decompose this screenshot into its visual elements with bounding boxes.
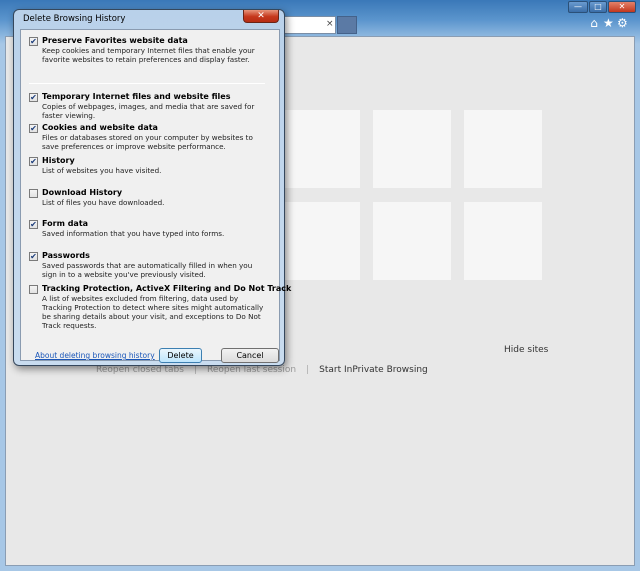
option-description: Copies of webpages, images, and media th… bbox=[42, 102, 255, 120]
home-icon[interactable]: ⌂ bbox=[589, 16, 603, 30]
dialog-close-button[interactable]: ✕ bbox=[243, 10, 279, 23]
about-deleting-history-link[interactable]: About deleting browsing history bbox=[35, 351, 155, 360]
option-title: Cookies and website data bbox=[42, 123, 158, 132]
checkbox[interactable]: ✔ bbox=[29, 252, 38, 261]
checkbox[interactable]: ✔ bbox=[29, 37, 38, 46]
option-title: Passwords bbox=[42, 251, 90, 260]
option-description: List of websites you have visited. bbox=[42, 166, 162, 175]
option-description: Saved information that you have typed in… bbox=[42, 229, 225, 238]
option-description: A list of websites excluded from filteri… bbox=[42, 294, 264, 330]
option-description: Files or databases stored on your comput… bbox=[42, 133, 253, 151]
option-title: History bbox=[42, 156, 75, 165]
command-icons: ⌂★⚙ bbox=[589, 16, 631, 30]
checkbox[interactable]: ✔ bbox=[29, 157, 38, 166]
favorites-star-icon[interactable]: ★ bbox=[603, 16, 617, 30]
tab-close-icon[interactable]: × bbox=[326, 19, 334, 29]
cancel-button[interactable]: Cancel bbox=[221, 348, 279, 363]
checkbox[interactable] bbox=[29, 285, 38, 294]
dialog-body: ✔ Preserve Favorites website data Keep c… bbox=[20, 29, 291, 363]
option-title: Preserve Favorites website data bbox=[42, 36, 188, 45]
delete-browsing-history-dialog: Delete Browsing History ✕ ✔ Preserve Fav… bbox=[13, 9, 291, 366]
maximize-button[interactable]: □ bbox=[589, 1, 607, 13]
site-tile[interactable] bbox=[464, 202, 542, 280]
link-separator: | bbox=[193, 365, 197, 375]
site-tile[interactable] bbox=[282, 202, 360, 280]
checkbox[interactable]: ✔ bbox=[29, 124, 38, 133]
site-tile[interactable] bbox=[373, 110, 451, 188]
start-inprivate-link[interactable]: Start InPrivate Browsing bbox=[319, 365, 428, 375]
site-tile[interactable] bbox=[464, 110, 542, 188]
option-title: Tracking Protection, ActiveX Filtering a… bbox=[42, 284, 292, 293]
site-tile[interactable] bbox=[373, 202, 451, 280]
reopen-last-session-link[interactable]: Reopen last session bbox=[207, 365, 296, 375]
delete-button[interactable]: Delete bbox=[159, 348, 202, 363]
window-close-button[interactable]: ✕ bbox=[608, 1, 636, 13]
checkbox[interactable]: ✔ bbox=[29, 93, 38, 102]
option-title: Form data bbox=[42, 219, 89, 228]
option-title: Download History bbox=[42, 188, 123, 197]
minimize-button[interactable]: — bbox=[568, 1, 588, 13]
dialog-title: Delete Browsing History bbox=[23, 14, 126, 24]
divider bbox=[29, 83, 265, 84]
checkbox[interactable]: ✔ bbox=[29, 220, 38, 229]
checkbox[interactable] bbox=[29, 189, 38, 198]
link-separator: | bbox=[306, 365, 310, 375]
new-tab-button[interactable] bbox=[337, 16, 357, 34]
hide-sites-link[interactable]: Hide sites bbox=[504, 345, 548, 355]
site-tile[interactable] bbox=[282, 110, 360, 188]
option-description: List of files you have downloaded. bbox=[42, 198, 165, 207]
gear-icon[interactable]: ⚙ bbox=[617, 16, 631, 30]
new-tab-links: Reopen closed tabs | Reopen last session | S… bbox=[96, 365, 428, 375]
reopen-closed-tabs-link[interactable]: Reopen closed tabs bbox=[96, 365, 184, 375]
option-description: Saved passwords that are automatically f… bbox=[42, 261, 253, 279]
option-description: Keep cookies and temporary Internet file… bbox=[42, 46, 255, 64]
option-title: Temporary Internet files and website fil… bbox=[42, 92, 231, 101]
